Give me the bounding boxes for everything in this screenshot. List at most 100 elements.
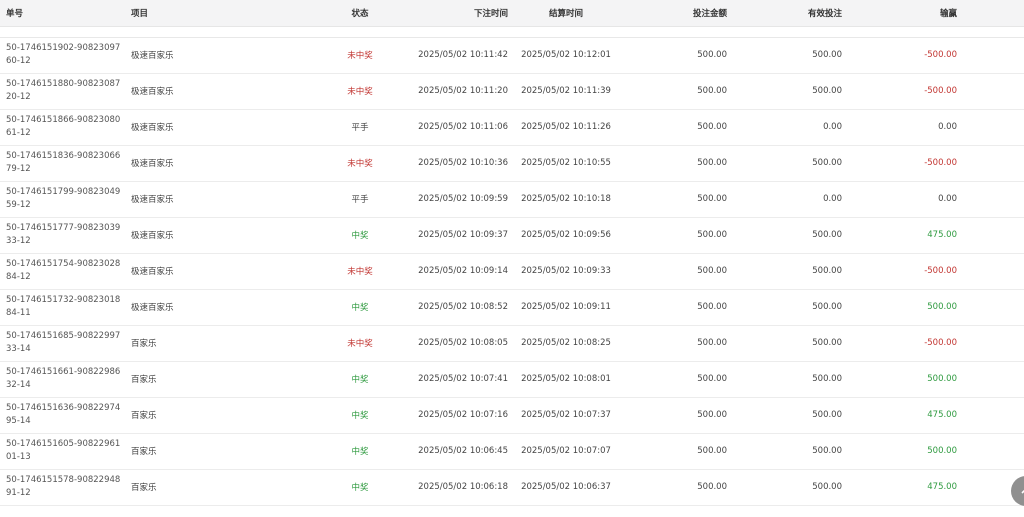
- header-order: 单号: [0, 0, 125, 27]
- table-row: 50-1746151777-9082303933-12 极速百家乐 中奖 2025/0…: [0, 217, 1024, 254]
- cell-rebate: 4.75: [963, 253, 1024, 290]
- cell-bet-time: 2025/05/02 10:06:45: [407, 433, 514, 470]
- cell-bet-time: 2025/05/02 10:11:06: [407, 109, 514, 146]
- cell-win-loss: 500.00: [848, 433, 963, 470]
- cell-valid-bet: 500.00: [733, 433, 848, 470]
- cell-status: 未中奖: [313, 253, 407, 290]
- cell-status: 未中奖: [313, 73, 407, 110]
- header-status: 状态: [313, 0, 407, 27]
- table-row: 50-1746151605-9082296101-13 百家乐 中奖 2025/05/…: [0, 433, 1024, 470]
- table-row: 50-1746151866-9082308061-12 极速百家乐 平手 2025/0…: [0, 109, 1024, 146]
- cell-status: 未中奖: [313, 37, 407, 74]
- cell-amount: 500.00: [618, 253, 733, 290]
- cell-game: 百家乐: [125, 469, 313, 506]
- cell-bet-time: 2025/05/02 10:08:05: [407, 325, 514, 362]
- cell-game: 极速百家乐: [125, 217, 313, 254]
- cell-settle-time: 2025/05/02 10:11:26: [514, 109, 618, 146]
- cell-amount: 500.00: [618, 109, 733, 146]
- cell-rebate: 0.00: [963, 397, 1024, 434]
- cell-valid-bet: 500.00: [733, 325, 848, 362]
- cell-order-number: 50-1746151661-9082298632-14: [0, 361, 125, 398]
- cell-rebate: 0.00: [963, 325, 1024, 362]
- cell-amount: 500.00: [618, 361, 733, 398]
- cell-settle-time: 2025/05/02 10:09:56: [514, 217, 618, 254]
- cell-rebate: 4.75: [963, 145, 1024, 182]
- cell-settle-time: 2025/05/02 10:10:55: [514, 145, 618, 182]
- cell-status: 平手: [313, 181, 407, 218]
- cell-order-number: 50-1746151605-9082296101-13: [0, 433, 125, 470]
- cell-game: 极速百家乐: [125, 289, 313, 326]
- cell-amount: 500.00: [618, 289, 733, 326]
- cell-status: 平手: [313, 109, 407, 146]
- cell-game: 极速百家乐: [125, 73, 313, 110]
- cell-win-loss: 0.00: [848, 181, 963, 218]
- cell-order-number: 50-1746151902-9082309760-12: [0, 37, 125, 74]
- cell-valid-bet: 500.00: [733, 469, 848, 506]
- cell-rebate: 4.75: [963, 289, 1024, 326]
- cell-game: 极速百家乐: [125, 37, 313, 74]
- table-row: 50-1746151661-9082298632-14 百家乐 中奖 2025/05/…: [0, 361, 1024, 398]
- table-row: 50-1746151732-9082301884-11 极速百家乐 中奖 2025/0…: [0, 289, 1024, 326]
- cell-win-loss: 475.00: [848, 469, 963, 506]
- header-rebate: 返水: [963, 0, 1024, 27]
- cell-game: 百家乐: [125, 361, 313, 398]
- cell-bet-time: 2025/05/02 10:06:18: [407, 469, 514, 506]
- cell-rebate: 0.00: [963, 181, 1024, 218]
- cell-valid-bet: 500.00: [733, 73, 848, 110]
- cell-bet-time: 2025/05/02 10:09:59: [407, 181, 514, 218]
- cell-settle-time: 2025/05/02 10:07:07: [514, 433, 618, 470]
- cell-valid-bet: 500.00: [733, 253, 848, 290]
- cell-valid-bet: 500.00: [733, 361, 848, 398]
- cell-valid-bet: 500.00: [733, 145, 848, 182]
- header-gap: [0, 26, 1024, 38]
- cell-valid-bet: 500.00: [733, 217, 848, 254]
- cell-valid-bet: 500.00: [733, 289, 848, 326]
- cell-settle-time: 2025/05/02 10:12:01: [514, 37, 618, 74]
- cell-valid-bet: 500.00: [733, 37, 848, 74]
- header-settle-time: 结算时间: [514, 0, 618, 27]
- cell-amount: 500.00: [618, 217, 733, 254]
- cell-settle-time: 2025/05/02 10:08:25: [514, 325, 618, 362]
- cell-bet-time: 2025/05/02 10:09:37: [407, 217, 514, 254]
- cell-order-number: 50-1746151880-9082308720-12: [0, 73, 125, 110]
- cell-order-number: 50-1746151636-9082297495-14: [0, 397, 125, 434]
- cell-win-loss: 0.00: [848, 109, 963, 146]
- cell-rebate: 0.00: [963, 109, 1024, 146]
- cell-bet-time: 2025/05/02 10:11:20: [407, 73, 514, 110]
- cell-game: 百家乐: [125, 397, 313, 434]
- cell-status: 中奖: [313, 433, 407, 470]
- cell-game: 百家乐: [125, 433, 313, 470]
- cell-bet-time: 2025/05/02 10:08:52: [407, 289, 514, 326]
- cell-bet-time: 2025/05/02 10:07:41: [407, 361, 514, 398]
- cell-amount: 500.00: [618, 37, 733, 74]
- table-row: 50-1746151880-9082308720-12 极速百家乐 未中奖 2025/…: [0, 73, 1024, 110]
- table-row: 50-1746151836-9082306679-12 极速百家乐 未中奖 2025/…: [0, 145, 1024, 182]
- cell-amount: 500.00: [618, 325, 733, 362]
- cell-game: 极速百家乐: [125, 109, 313, 146]
- header-win-loss: 输赢: [848, 0, 963, 27]
- table-row: 50-1746151902-9082309760-12 极速百家乐 未中奖 2025/…: [0, 37, 1024, 74]
- cell-order-number: 50-1746151578-9082294891-12: [0, 469, 125, 506]
- header-row: 单号 项目 状态 下注时间 结算时间 投注金额 有效投注 输赢 返水: [0, 0, 1024, 27]
- cell-win-loss: -500.00: [848, 145, 963, 182]
- table-row: 50-1746151685-9082299733-14 百家乐 未中奖 2025/05…: [0, 325, 1024, 362]
- table-row: 50-1746151754-9082302884-12 极速百家乐 未中奖 2025/…: [0, 253, 1024, 290]
- cell-game: 极速百家乐: [125, 145, 313, 182]
- cell-win-loss: -500.00: [848, 73, 963, 110]
- table-header: 单号 项目 状态 下注时间 结算时间 投注金额 有效投注 输赢 返水: [0, 0, 1024, 27]
- cell-settle-time: 2025/05/02 10:09:11: [514, 289, 618, 326]
- cell-game: 百家乐: [125, 325, 313, 362]
- cell-status: 中奖: [313, 361, 407, 398]
- cell-settle-time: 2025/05/02 10:10:18: [514, 181, 618, 218]
- cell-order-number: 50-1746151866-9082308061-12: [0, 109, 125, 146]
- cell-order-number: 50-1746151836-9082306679-12: [0, 145, 125, 182]
- cell-win-loss: -500.00: [848, 37, 963, 74]
- table-row: 50-1746151636-9082297495-14 百家乐 中奖 2025/05/…: [0, 397, 1024, 434]
- cell-valid-bet: 0.00: [733, 109, 848, 146]
- cell-order-number: 50-1746151685-9082299733-14: [0, 325, 125, 362]
- cell-rebate: 0.00: [963, 433, 1024, 470]
- cell-game: 极速百家乐: [125, 181, 313, 218]
- cell-status: 中奖: [313, 469, 407, 506]
- cell-amount: 500.00: [618, 433, 733, 470]
- cell-order-number: 50-1746151799-9082304959-12: [0, 181, 125, 218]
